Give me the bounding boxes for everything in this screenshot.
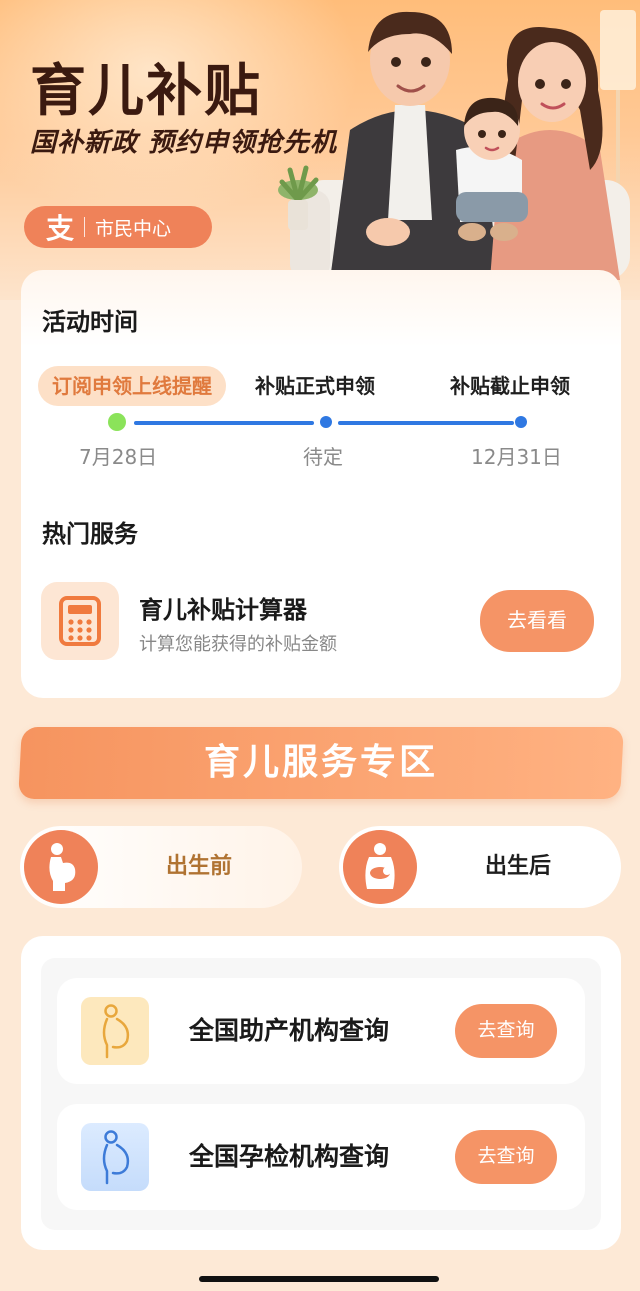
badge-label: 市民中心 <box>95 217 172 240</box>
lookup-panel: 全国助产机构查询 去查询 全国孕检机构查询 去查询 <box>21 936 621 1250</box>
tab-before-birth[interactable]: 出生前 <box>20 826 302 908</box>
mother-baby-icon <box>343 830 417 904</box>
lookup-name: 全国助产机构查询 <box>189 1016 390 1045</box>
pregnant-silhouette-icon <box>81 1123 149 1191</box>
zone-banner-title: 育儿服务专区 <box>203 742 438 783</box>
timeline-line-segment <box>134 421 314 425</box>
home-indicator[interactable] <box>199 1276 439 1282</box>
activity-card: 活动时间 订阅申领上线提醒 补贴正式申领 补贴截止申领 7月28日 待定 12月… <box>21 270 621 698</box>
view-calculator-button[interactable]: 去看看 <box>480 590 594 652</box>
timeline-date-deadline: 12月31日 <box>471 445 562 469</box>
hot-services-title: 热门服务 <box>42 520 138 548</box>
alipay-icon: 支 <box>45 212 74 245</box>
timeline-dot <box>320 416 332 428</box>
lookup-name: 全国孕检机构查询 <box>189 1142 390 1171</box>
service-name: 育儿补贴计算器 <box>139 596 307 624</box>
hero-banner: 育儿补贴 国补新政 预约申领抢先机 支 市民中心 <box>0 0 640 300</box>
query-button[interactable]: 去查询 <box>455 1130 557 1184</box>
lookup-list: 全国助产机构查询 去查询 全国孕检机构查询 去查询 <box>41 958 601 1230</box>
hero-title: 育儿补贴 <box>30 59 262 124</box>
badge-divider <box>84 217 85 237</box>
hero-subtitle: 国补新政 预约申领抢先机 <box>30 128 338 158</box>
list-item-prenatal-checkup-institution[interactable]: 全国孕检机构查询 去查询 <box>57 1104 585 1210</box>
citizen-center-badge[interactable]: 支 市民中心 <box>24 206 212 248</box>
timeline-start-dot <box>108 413 126 431</box>
calculator-icon <box>41 582 119 660</box>
timeline-step-subscribe[interactable]: 订阅申领上线提醒 <box>38 366 226 406</box>
query-button[interactable]: 去查询 <box>455 1004 557 1058</box>
pregnant-woman-icon <box>24 830 98 904</box>
timeline-step-apply: 补贴正式申领 <box>255 374 375 398</box>
timeline-step-deadline: 补贴截止申领 <box>450 374 570 398</box>
service-description: 计算您能获得的补贴金额 <box>139 634 337 655</box>
tab-after-birth[interactable]: 出生后 <box>339 826 621 908</box>
tab-after-birth-label: 出生后 <box>485 854 552 879</box>
service-calculator-row[interactable]: 育儿补贴计算器 计算您能获得的补贴金额 去看看 <box>41 582 601 660</box>
timeline-date-apply: 待定 <box>303 445 343 469</box>
list-item-maternity-institution[interactable]: 全国助产机构查询 去查询 <box>57 978 585 1084</box>
pregnant-silhouette-icon <box>81 997 149 1065</box>
timeline-end-dot <box>515 416 527 428</box>
activity-time-title: 活动时间 <box>42 308 138 336</box>
timeline-line-segment <box>338 421 514 425</box>
timeline-date-start: 7月28日 <box>79 445 158 469</box>
tab-before-birth-label: 出生前 <box>166 854 233 879</box>
